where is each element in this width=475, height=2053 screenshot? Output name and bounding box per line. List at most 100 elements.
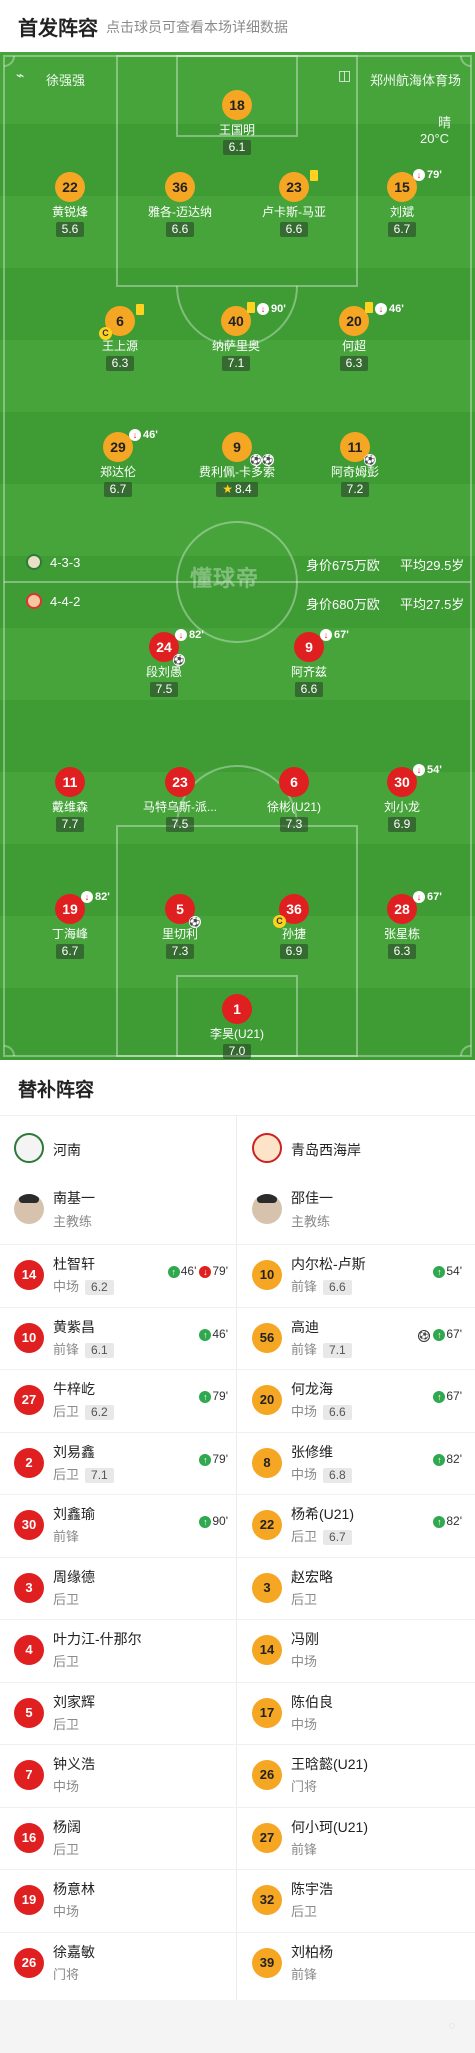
sub-in-icon: ↑ <box>199 1453 212 1466</box>
substitution-info: ↓ 67' <box>413 890 442 904</box>
sub-minute: 67' <box>427 891 442 903</box>
away-formation: 4-3-3 <box>50 555 81 570</box>
sub-name: 周缘德 <box>53 1568 95 1585</box>
player-name: 孙捷 <box>281 927 306 941</box>
home-player[interactable]: 24 ⚽ ↓ 82' 段刘愚 7.5 <box>104 629 224 698</box>
sub-name: 黄紫昌 <box>53 1318 95 1335</box>
away-team-icon <box>26 554 42 570</box>
away-player[interactable]: 6 C 王上源 6.3 <box>60 304 180 372</box>
row-divider <box>237 1244 475 1245</box>
player-rating-wrap: 6.3 <box>294 354 414 372</box>
substitution-info: ↓ 54' <box>413 763 442 777</box>
away-coach-name: 邵佳一 <box>291 1190 333 1206</box>
home-team-icon <box>26 593 42 609</box>
home-player[interactable]: 11 戴维森 7.7 <box>10 767 130 833</box>
player-rating-value: 7.1 <box>227 356 245 370</box>
whistle-icon: ⌁ <box>16 67 25 83</box>
sub-number-badge: 20 <box>252 1385 282 1415</box>
home-player[interactable]: 30 ↓ 54' 刘小龙 6.9 <box>342 764 462 833</box>
goal-ball-icon: ⚽ <box>250 454 262 466</box>
player-rating-wrap: 6.9 <box>234 942 354 960</box>
row-divider <box>0 1619 238 1620</box>
sub-out-icon: ↓ <box>413 169 425 181</box>
home-team-badge-icon <box>14 1133 44 1163</box>
player-number-badge: 15 ↓ 79' <box>387 169 442 202</box>
home-player[interactable]: 6 徐彬(U21) 7.3 <box>234 767 354 833</box>
player-rating-value: 6.1 <box>228 140 246 154</box>
player-number: 24 <box>156 639 172 655</box>
row-divider <box>237 1869 475 1870</box>
yellow-card-icon <box>136 304 144 315</box>
sub-position-text: 中场 <box>291 1466 318 1482</box>
player-rating: 6.7 <box>103 482 133 497</box>
home-player[interactable]: 5 ⚽ 里切利 7.3 <box>120 894 240 960</box>
sub-name: 王晗懿(U21) <box>291 1756 369 1772</box>
row-divider <box>237 1681 475 1683</box>
player-name: 阿齐兹 <box>290 665 327 679</box>
sub-number-badge: 16 <box>14 1822 44 1853</box>
sub-name: 杨阔 <box>53 1818 81 1835</box>
row-divider <box>0 1244 238 1245</box>
home-player[interactable]: 19 ↓ 82' 丁海峰 6.7 <box>10 891 130 960</box>
player-rating-value: 7.3 <box>171 944 189 958</box>
sub-minute: 82' <box>95 891 110 903</box>
sub-position: 门将 <box>291 1776 317 1795</box>
player-number: 15 <box>394 179 410 195</box>
away-player[interactable]: 40 ↓ 90' 纳萨里奥 7.1 <box>176 302 296 372</box>
sub-number-badge: 19 <box>14 1885 44 1915</box>
away-player[interactable]: 29 ↓ 46' 郑达伦 6.7 <box>58 429 178 498</box>
player-rating-wrap: 7.3 <box>234 815 354 833</box>
player-rating: 7.3 <box>279 817 309 832</box>
away-player[interactable]: 20 ↓ 46' 何超 6.3 <box>294 302 414 372</box>
player-number-badge: 9 ↓ 67' <box>294 629 349 662</box>
sub-name: 杨希(U21) <box>291 1506 355 1522</box>
sub-name: 何小珂(U21) <box>291 1818 369 1835</box>
player-rating-wrap: 7.7 <box>10 815 130 833</box>
home-player[interactable]: 1 李昊(U21) 7.0 <box>177 994 297 1060</box>
player-number: 18 <box>229 97 245 113</box>
away-player[interactable]: 15 ↓ 79' 刘斌 6.7 <box>342 169 462 238</box>
player-number-badge: 23 <box>279 170 318 202</box>
page-hint: 点击球员可查看本场详细数据 <box>106 19 288 35</box>
sub-position: 中场 <box>291 1714 317 1733</box>
home-player[interactable]: 23 马特乌斯-派... 7.5 <box>120 767 240 833</box>
player-number: 40 <box>228 313 244 329</box>
sub-position-text: 前锋 <box>53 1529 80 1544</box>
substitution-info: ↓ 82' <box>81 890 110 904</box>
player-rating-wrap: 7.5 <box>104 680 224 698</box>
away-player[interactable]: 9 ⚽ ⚽ 费利佩-卡多索 ★ 8.4 <box>177 432 297 498</box>
sub-out-icon: ↓ <box>199 1266 212 1278</box>
sub-name: 内尔松-卢斯 <box>291 1256 366 1272</box>
away-player[interactable]: 23 卢卡斯-马亚 6.6 <box>234 170 354 238</box>
sub-in-icon: ↑ <box>199 1328 212 1341</box>
player-rating-value: 6.9 <box>393 817 411 831</box>
sub-number-badge: 7 <box>14 1760 44 1790</box>
player-rating: 6.3 <box>387 944 417 959</box>
sub-position-text: 后卫 <box>53 1841 80 1857</box>
sub-minute: 46' <box>212 1326 228 1341</box>
substitution-info: ↓ 67' <box>320 628 349 642</box>
player-number: 20 <box>346 313 362 329</box>
sub-in-icon: ↑ <box>433 1328 446 1341</box>
home-player[interactable]: 36 C 孙捷 6.9 <box>234 894 354 960</box>
home-player[interactable]: 28 ↓ 67' 张星栋 6.3 <box>342 891 462 960</box>
sub-out-icon: ↓ <box>375 303 387 315</box>
away-player[interactable]: 18 王国明 6.1 <box>177 90 297 156</box>
home-player[interactable]: 9 ↓ 67' 阿齐兹 6.6 <box>249 629 369 698</box>
sub-position: 后卫 <box>53 1839 79 1858</box>
away-avg-age: 平均29.5岁 <box>400 558 465 573</box>
player-number-badge: 11 <box>55 767 85 797</box>
player-rating-wrap: 6.1 <box>177 138 297 156</box>
sub-rating: 7.1 <box>85 1467 114 1483</box>
away-formation-row: 4-3-3 身价675万欧 平均29.5岁 <box>0 554 475 574</box>
sub-position-text: 前锋 <box>291 1966 318 1982</box>
subs-top-divider <box>0 1115 475 1116</box>
sub-position-text: 前锋 <box>291 1341 318 1357</box>
pitch: ⌁ 徐强强 ◫ 郑州航海体育场 晴 20°C 18 王国明 6.1 22 黄锐烽 5.6 3… <box>0 52 475 1060</box>
away-player[interactable]: 22 黄锐烽 5.6 <box>10 172 130 238</box>
lineup-header: 首发阵容 点击球员可查看本场详细数据 <box>0 0 475 52</box>
away-player[interactable]: 11 ⚽ 阿奇姆彭 7.2 <box>295 432 415 498</box>
substitution-info: ↓ 82' <box>175 628 204 642</box>
sub-minute: 54' <box>427 764 442 776</box>
away-player[interactable]: 36 雅各-迈达纳 6.6 <box>120 172 240 238</box>
